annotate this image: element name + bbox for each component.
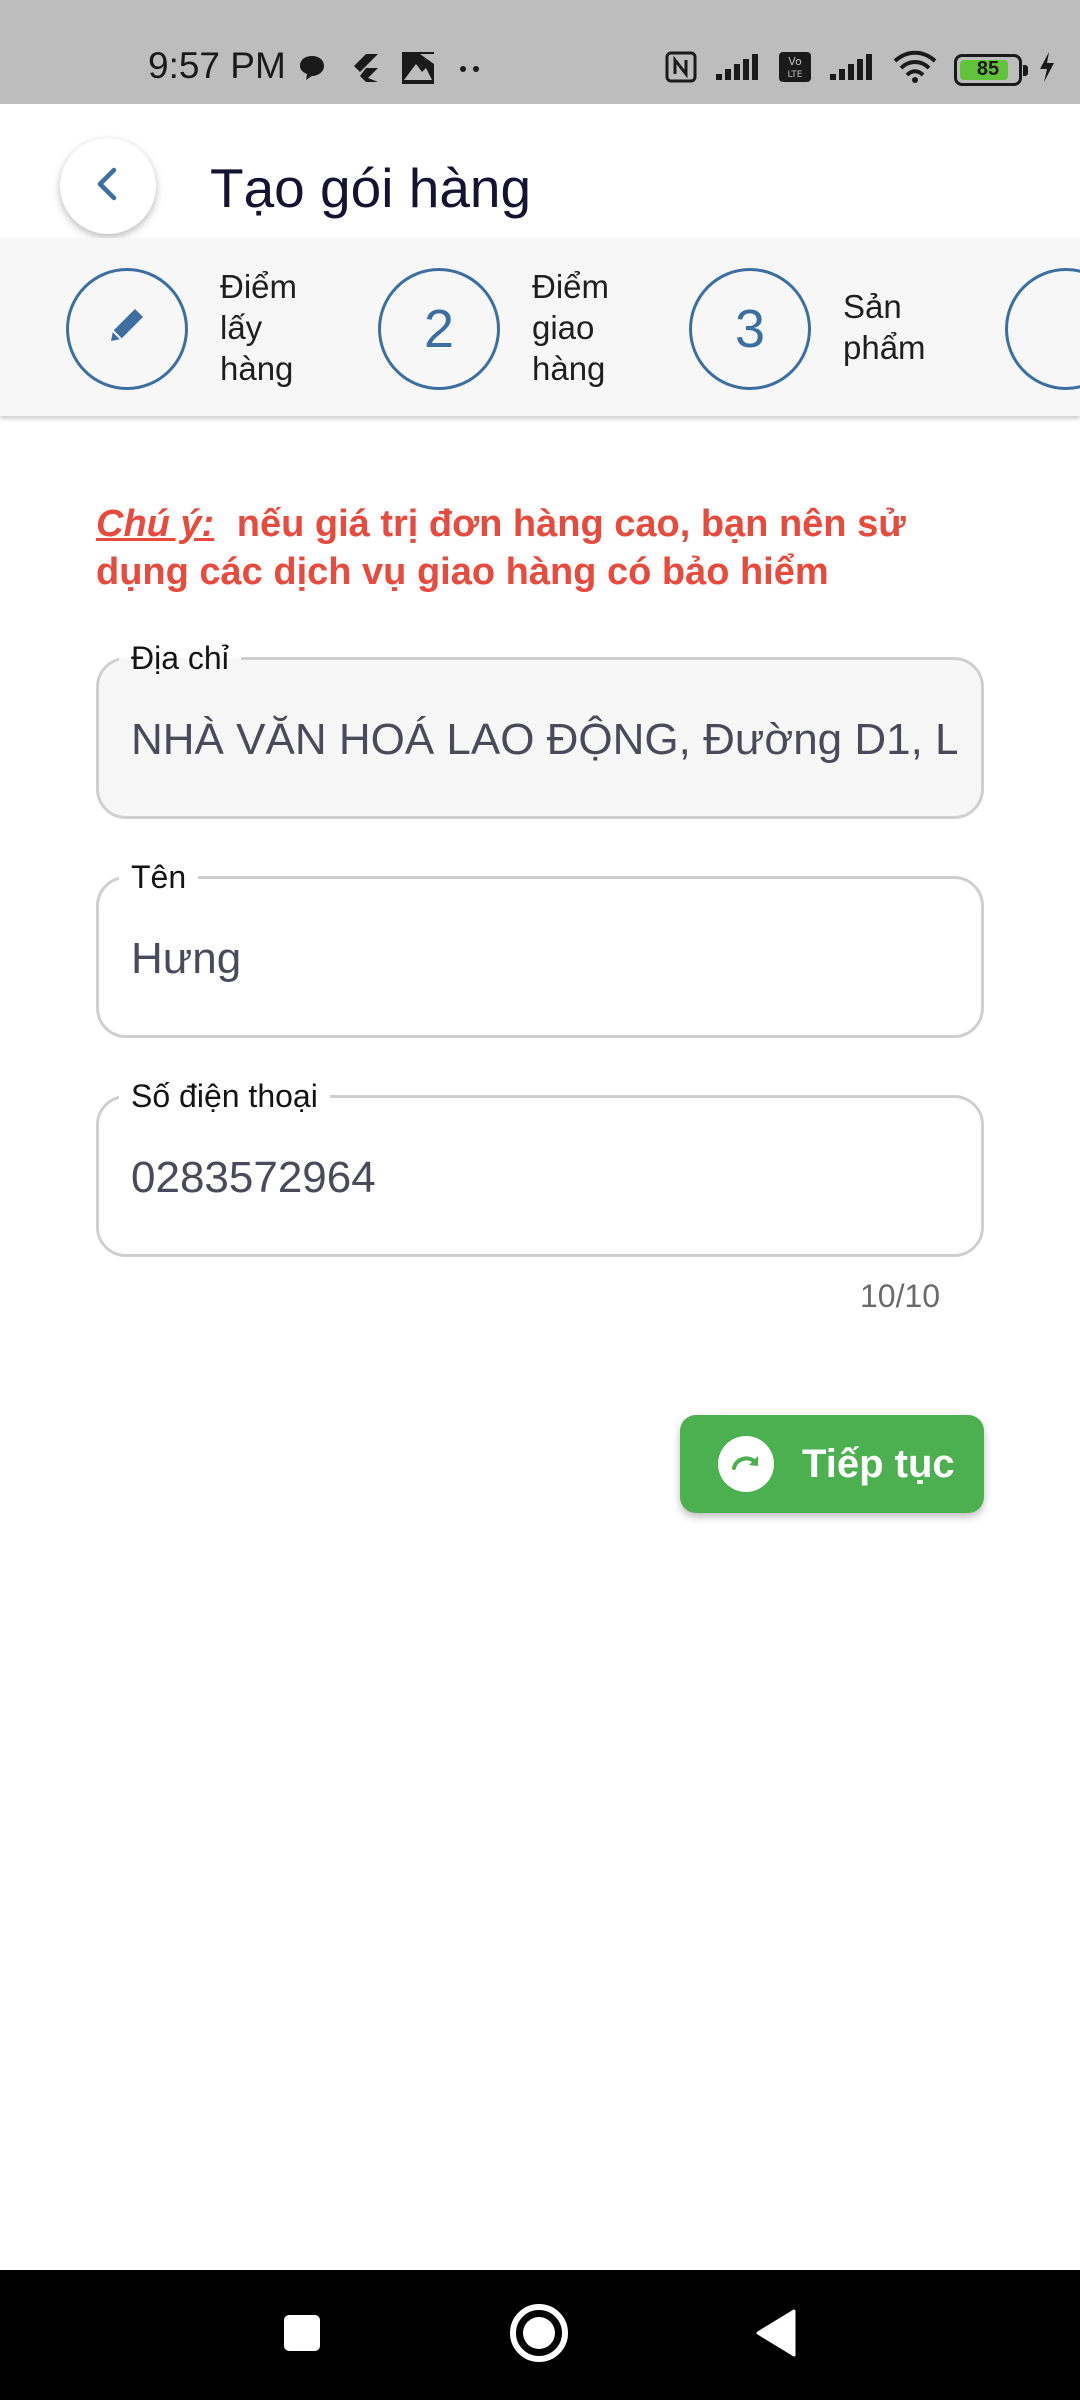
name-label: Tên <box>119 857 199 897</box>
continue-button[interactable]: Tiếp tục <box>680 1415 984 1513</box>
notice-label: Chú ý: <box>96 503 215 545</box>
signal-icon <box>714 52 762 87</box>
chevron-left-icon <box>88 164 128 209</box>
wifi-icon <box>892 50 938 89</box>
step-circle: 3 <box>689 268 811 390</box>
more-dots-icon <box>456 62 484 80</box>
step-label: Điểm lấy hàng <box>220 268 298 387</box>
battery-level: 85 <box>976 58 1000 80</box>
step-label: Điểm giao hàng <box>532 268 610 387</box>
step-circle: 2 <box>378 268 500 390</box>
address-value[interactable]: NHÀ VĂN HOÁ LAO ĐỘNG, Đường D1, Lo <box>131 710 957 770</box>
phone-field[interactable]: Số điện thoại 0283572964 <box>96 1076 984 1257</box>
svg-text:Vo: Vo <box>788 55 802 68</box>
system-icons: Vo LTE 85 <box>664 50 1056 89</box>
status-bar: 9:57 PM Vo LTE 85 <box>0 0 1080 104</box>
name-value[interactable]: Hưng <box>131 929 957 989</box>
notification-icons <box>296 50 484 91</box>
flutter-icon <box>348 52 380 89</box>
progress-stepper: Điểm lấy hàng 2 Điểm giao hàng 3 Sản phẩ… <box>0 238 1080 416</box>
back-triangle-icon <box>754 2309 798 2362</box>
image-icon <box>400 50 436 91</box>
svg-text:LTE: LTE <box>788 70 803 80</box>
battery-icon: 85 <box>954 53 1028 86</box>
back-nav-button[interactable] <box>744 2303 808 2367</box>
phone-value[interactable]: 0283572964 <box>131 1148 957 1208</box>
back-button[interactable] <box>60 138 156 234</box>
recents-square-icon <box>282 2313 322 2358</box>
page-title: Tạo gói hàng <box>210 157 532 219</box>
recents-button[interactable] <box>270 2303 334 2367</box>
address-field[interactable]: Địa chỉ NHÀ VĂN HOÁ LAO ĐỘNG, Đường D1, … <box>96 638 984 819</box>
step-circle <box>1005 268 1080 390</box>
signal-icon <box>828 52 876 87</box>
app-root: 9:57 PM Vo LTE 85 Tạo gói hàng Điểm lấy … <box>0 0 1080 2400</box>
step-circle <box>66 268 188 390</box>
nfc-icon <box>664 50 698 89</box>
notice-text: nếu giá trị đơn hàng cao, bạn nên sử dụn… <box>96 503 906 593</box>
volte-icon: Vo LTE <box>778 51 812 88</box>
pencil-icon <box>105 298 149 360</box>
step-label: Sản phẩm <box>843 288 926 366</box>
home-circle-icon <box>508 2302 570 2369</box>
system-nav-bar <box>0 2270 1080 2400</box>
address-label: Địa chỉ <box>119 638 241 678</box>
charging-icon <box>1038 51 1056 88</box>
app-header: Tạo gói hàng <box>0 104 1080 238</box>
phone-char-counter: 10/10 <box>860 1278 941 1314</box>
insurance-notice: Chú ý: nếu giá trị đơn hàng cao, bạn nên… <box>96 500 996 596</box>
home-button[interactable] <box>507 2303 571 2367</box>
chat-bubble-icon <box>296 52 328 89</box>
status-time: 9:57 PM <box>148 45 286 86</box>
continue-label: Tiếp tục <box>802 1441 955 1486</box>
phone-label: Số điện thoại <box>119 1076 330 1116</box>
name-field[interactable]: Tên Hưng <box>96 857 984 1038</box>
redo-arrow-icon <box>718 1436 774 1492</box>
